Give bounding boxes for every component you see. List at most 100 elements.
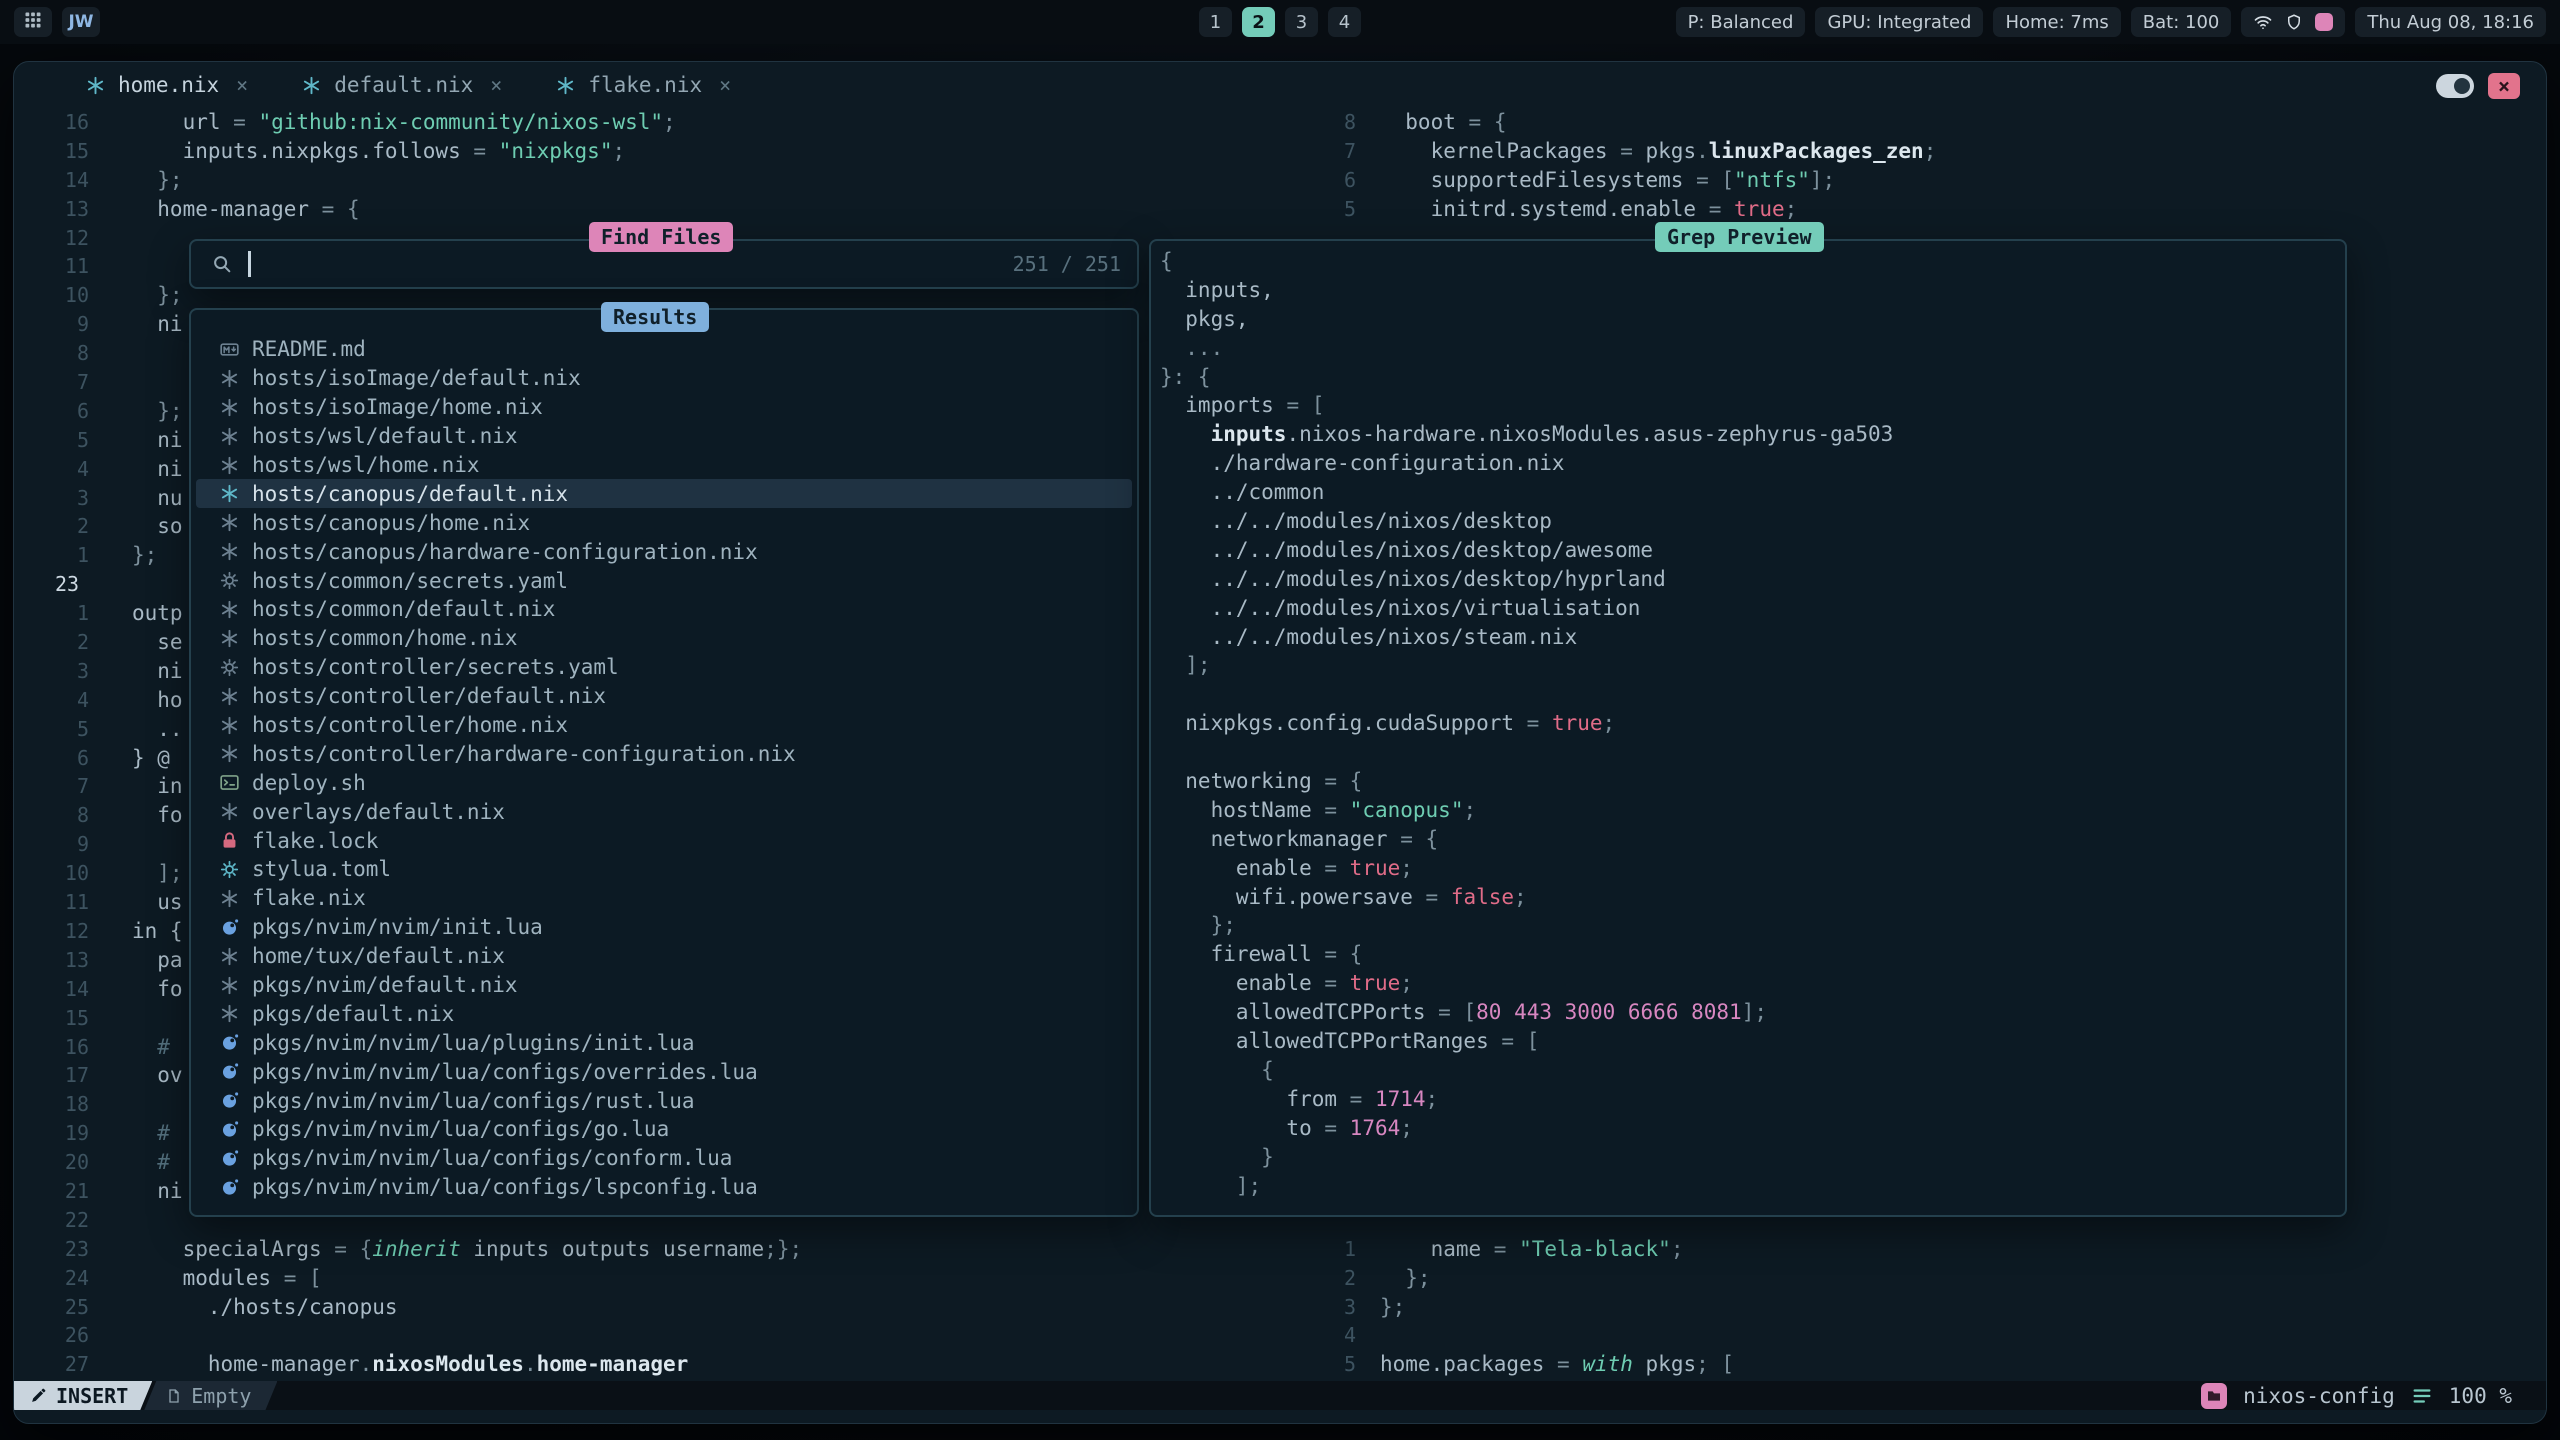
result-row[interactable]: README.md [196,335,1132,364]
nix-icon [220,687,240,706]
close-tab-icon[interactable]: × [719,73,731,97]
search-icon [211,253,233,275]
result-row[interactable]: hosts/canopus/home.nix [196,508,1132,537]
line-number: 1 [41,599,89,628]
result-row[interactable]: pkgs/nvim/nvim/lua/plugins/init.lua [196,1028,1132,1057]
workspace-button-3[interactable]: 3 [1285,7,1318,37]
result-row[interactable]: home/tux/default.nix [196,942,1132,971]
nix-icon [220,542,240,561]
result-label: flake.lock [252,829,378,853]
line-number: 25 [41,1293,89,1322]
code-line: 24 modules = [ [41,1264,802,1293]
result-label: hosts/canopus/default.nix [252,482,568,506]
code-line: ./hardware-configuration.nix [1160,449,2345,478]
code-line: 8 boot = { [1308,108,1936,137]
result-row[interactable]: pkgs/nvim/nvim/lua/configs/overrides.lua [196,1057,1132,1086]
result-row[interactable]: pkgs/nvim/nvim/lua/configs/go.lua [196,1115,1132,1144]
result-row[interactable]: hosts/controller/hardware-configuration.… [196,739,1132,768]
result-row[interactable]: flake.nix [196,884,1132,913]
preview-panel: { inputs, pkgs, ...}: { imports = [ inpu… [1149,239,2347,1217]
result-row[interactable]: pkgs/nvim/nvim/init.lua [196,913,1132,942]
result-label: hosts/isoImage/default.nix [252,366,581,390]
result-row[interactable]: hosts/controller/home.nix [196,711,1132,740]
line-number: 3 [41,657,89,686]
close-tab-icon[interactable]: × [490,73,502,97]
code-line: firewall = { [1160,940,2345,969]
result-row[interactable]: pkgs/default.nix [196,999,1132,1028]
result-row[interactable]: hosts/common/secrets.yaml [196,566,1132,595]
tab-default.nix[interactable]: default.nix× [302,73,502,97]
nix-icon [220,513,240,532]
clock[interactable]: Thu Aug 08, 18:16 [2355,7,2546,37]
result-label: README.md [252,337,366,361]
result-row[interactable]: pkgs/nvim/default.nix [196,971,1132,1000]
neovim-window: home.nix×default.nix×flake.nix× × 16 url… [13,61,2547,1424]
tab-label: flake.nix [588,73,702,97]
result-row[interactable]: deploy.sh [196,768,1132,797]
line-number: 12 [41,224,89,253]
result-row[interactable]: hosts/wsl/default.nix [196,422,1132,451]
shield-icon[interactable] [2285,13,2303,31]
lua-icon [220,918,240,937]
result-label: pkgs/nvim/nvim/lua/configs/conform.lua [252,1146,732,1170]
line-number: 6 [1308,166,1356,195]
result-row[interactable]: overlays/default.nix [196,797,1132,826]
line-number: 22 [41,1206,89,1235]
line-number: 18 [41,1090,89,1119]
result-row[interactable]: pkgs/nvim/nvim/lua/configs/lspconfig.lua [196,1173,1132,1202]
code-line: pkgs, [1160,305,2345,334]
logo-badge[interactable]: JW [62,7,100,37]
tab-home.nix[interactable]: home.nix× [86,73,248,97]
nix-icon [220,1004,240,1023]
result-label: hosts/common/default.nix [252,597,555,621]
line-number: 24 [41,1264,89,1293]
result-row[interactable]: hosts/isoImage/home.nix [196,393,1132,422]
workspace-button-1[interactable]: 1 [1199,7,1232,37]
result-row[interactable]: hosts/canopus/hardware-configuration.nix [196,537,1132,566]
close-tab-icon[interactable]: × [236,73,248,97]
nix-icon [302,76,321,95]
result-row[interactable]: hosts/common/default.nix [196,595,1132,624]
lock-icon [220,831,240,850]
result-label: pkgs/nvim/nvim/lua/plugins/init.lua [252,1031,695,1055]
buffer-icon [166,1388,182,1404]
tab-flake.nix[interactable]: flake.nix × [556,73,731,97]
result-label: hosts/canopus/hardware-configuration.nix [252,540,758,564]
result-label: pkgs/default.nix [252,1002,454,1026]
result-row[interactable]: hosts/common/home.nix [196,624,1132,653]
wifi-icon[interactable] [2253,12,2273,32]
result-row[interactable]: hosts/isoImage/default.nix [196,364,1132,393]
result-label: stylua.toml [252,857,391,881]
result-row[interactable]: pkgs/nvim/nvim/lua/configs/conform.lua [196,1144,1132,1173]
result-label: hosts/controller/default.nix [252,684,606,708]
result-row[interactable]: stylua.toml [196,855,1132,884]
gear-icon [220,860,240,879]
window-close-button[interactable]: × [2488,73,2520,99]
app-launcher-button[interactable] [14,7,52,37]
workspace-button-4[interactable]: 4 [1328,7,1361,37]
window-pin-toggle-icon[interactable] [2436,74,2474,98]
code-line: allowedTCPPortRanges = [ [1160,1027,2345,1056]
line-number: 23 [41,570,89,599]
result-row[interactable]: hosts/wsl/home.nix [196,451,1132,480]
code-line: to = 1764; [1160,1114,2345,1143]
lua-icon [220,1120,240,1139]
result-label: home/tux/default.nix [252,944,505,968]
code-line: 27 home-manager.nixosModules.home-manage… [41,1350,802,1379]
line-number: 5 [1308,195,1356,224]
result-row[interactable]: flake.lock [196,826,1132,855]
result-row[interactable]: pkgs/nvim/nvim/lua/configs/rust.lua [196,1086,1132,1115]
line-number: 9 [41,830,89,859]
code-line: ../../modules/nixos/desktop [1160,507,2345,536]
nix-icon [220,976,240,995]
line-number: 27 [41,1350,89,1379]
result-row[interactable]: hosts/controller/secrets.yaml [196,653,1132,682]
line-number: 8 [41,339,89,368]
result-row[interactable]: hosts/controller/default.nix [196,682,1132,711]
line-number: 19 [41,1119,89,1148]
line-number: 16 [41,1033,89,1062]
workspace-button-2[interactable]: 2 [1242,7,1275,37]
result-row[interactable]: hosts/canopus/default.nix [196,479,1132,508]
module-power-profile: P: Balanced [1676,7,1806,37]
swatch-icon[interactable] [2315,13,2333,31]
